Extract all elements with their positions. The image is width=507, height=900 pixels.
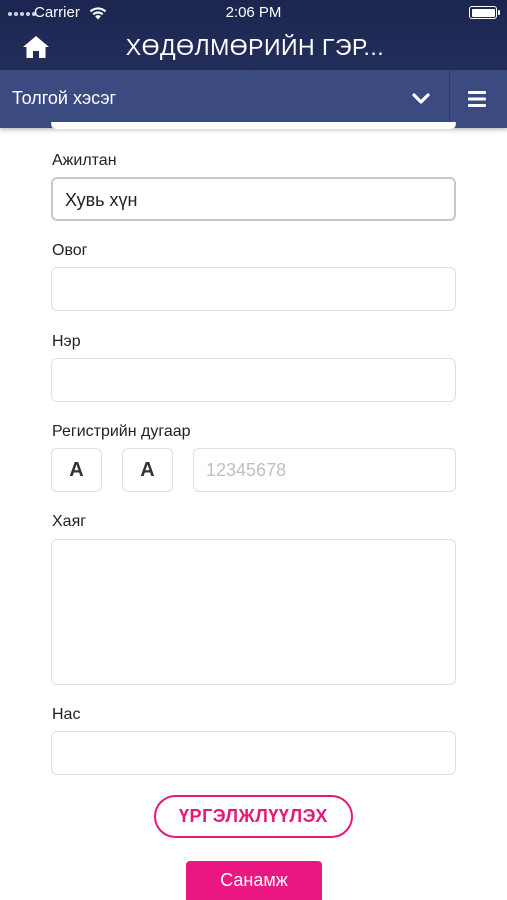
section-selector-bar[interactable]: Толгой хэсэг [0, 70, 507, 128]
register-letter-2-select[interactable]: А [122, 448, 173, 492]
home-icon[interactable] [22, 34, 50, 60]
divider [449, 70, 450, 128]
address-label: Хаяг [52, 513, 87, 530]
section-label: Толгой хэсэг [12, 88, 117, 108]
hint-button[interactable]: Санамж [186, 861, 322, 900]
employee-field[interactable]: Хувь хүн [51, 177, 456, 221]
register-number-placeholder: 12345678 [206, 460, 287, 480]
employee-value: Хувь хүн [65, 190, 138, 210]
surname-label: Овог [52, 242, 88, 259]
employee-label: Ажилтан [52, 152, 117, 169]
register-number-input[interactable]: 12345678 [193, 448, 456, 492]
address-textarea[interactable] [51, 539, 456, 685]
battery-level [471, 8, 495, 17]
top-app-bar: Carrier 2:06 PM ХӨДӨЛМӨРИЙН ГЭР... [0, 0, 507, 70]
age-label: Нас [52, 706, 81, 723]
register-label: Регистрийн дугаар [52, 423, 191, 440]
previous-field[interactable] [51, 122, 456, 130]
register-letter-1-select[interactable]: А [51, 448, 102, 492]
name-field[interactable] [51, 358, 456, 402]
page-title: ХӨДӨЛМӨРИЙН ГЭР... [125, 34, 385, 60]
battery-icon [469, 6, 500, 19]
status-time: 2:06 PM [225, 4, 282, 21]
status-bar: Carrier 2:06 PM [0, 0, 507, 26]
hamburger-menu-icon[interactable] [462, 86, 492, 112]
chevron-down-icon[interactable] [408, 86, 434, 112]
continue-button[interactable]: ҮРГЭЛЖЛҮҮЛЭХ [154, 795, 353, 838]
age-field[interactable] [51, 731, 456, 775]
name-label: Нэр [52, 333, 81, 350]
surname-field[interactable] [51, 267, 456, 311]
